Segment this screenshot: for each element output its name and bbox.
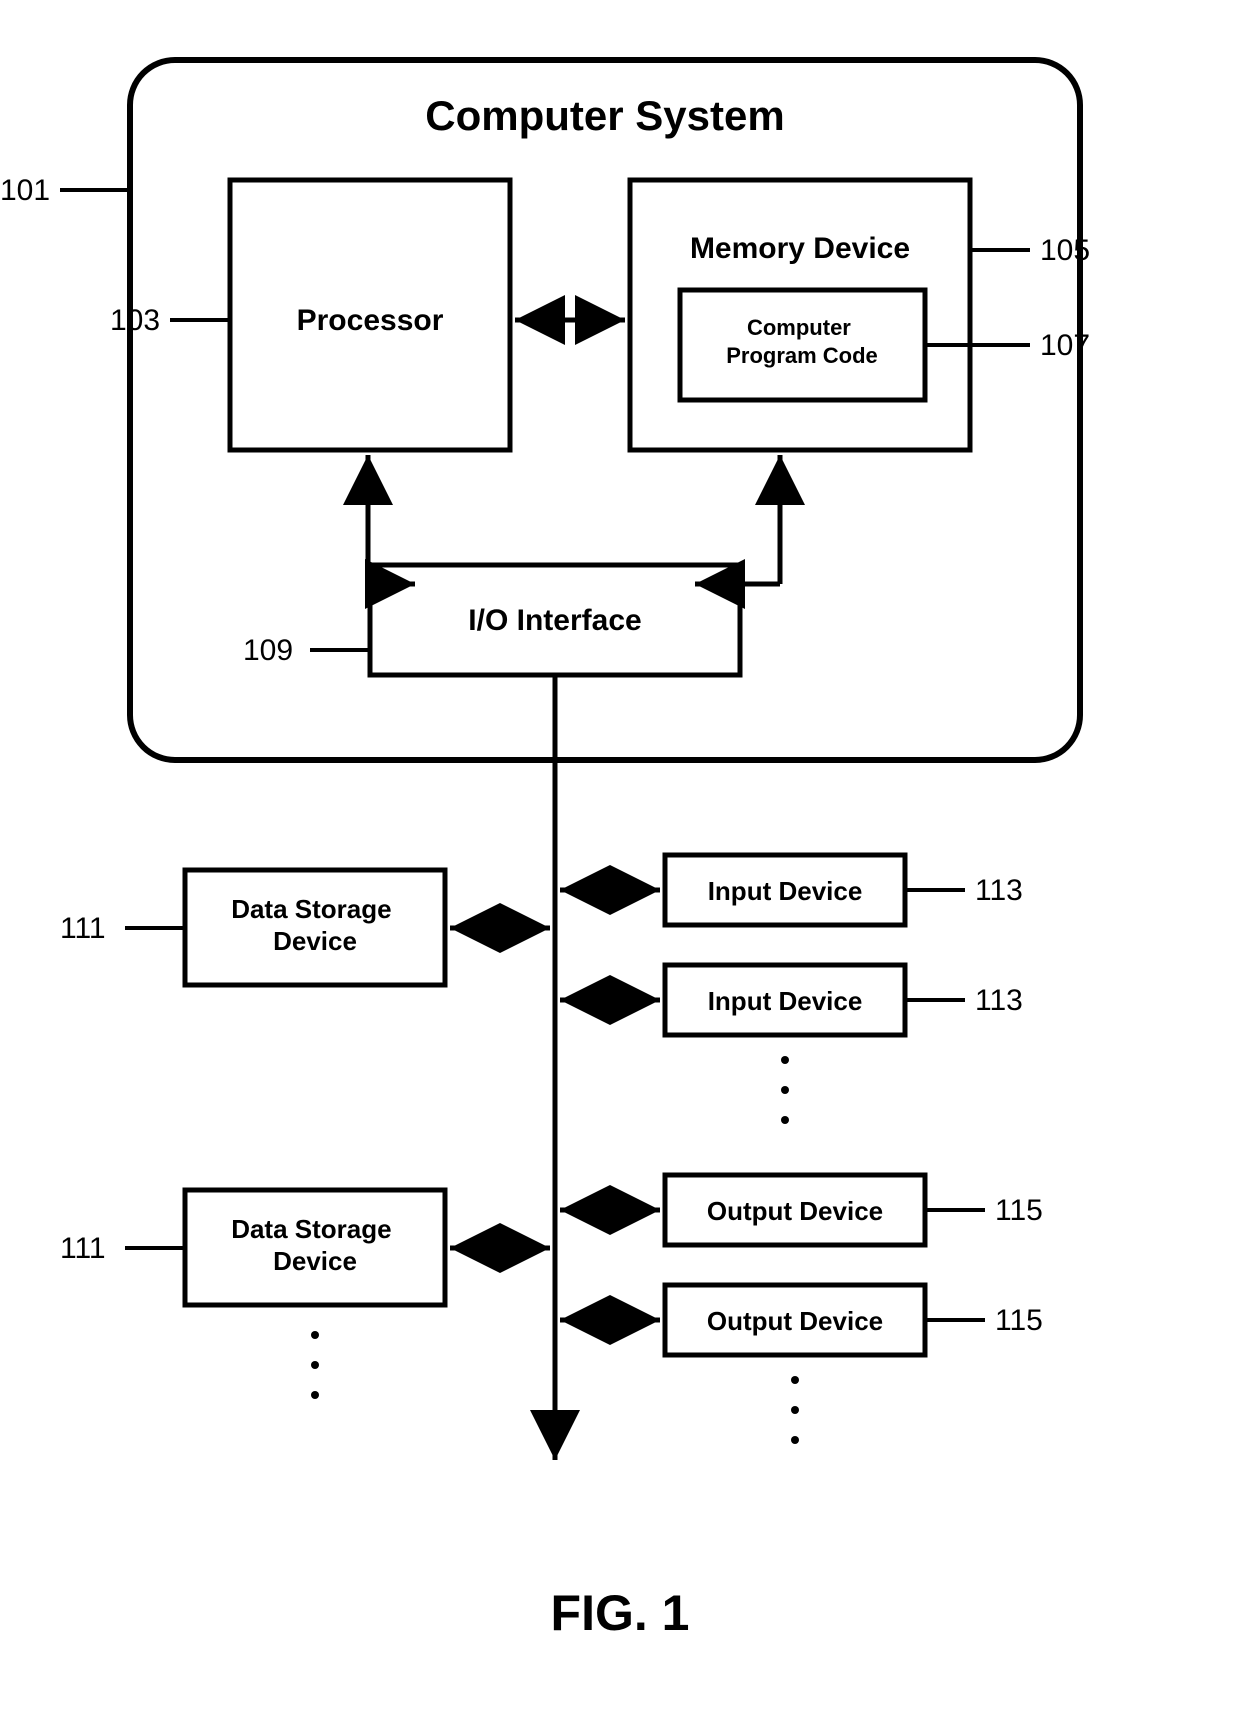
ref-115-2: 115: [995, 1304, 1043, 1337]
ref-103: 103: [110, 304, 160, 337]
storage-label-2b: Device: [273, 1246, 357, 1276]
ref-105: 105: [1040, 234, 1090, 267]
storage-label-2a: Data Storage: [231, 1214, 391, 1244]
svg-text:Data Storage Device: Data Storage Device: [231, 1214, 399, 1276]
svg-text:Computer Program Code: Computer Program Code: [726, 315, 878, 368]
processor-label: Processor: [297, 304, 444, 337]
input-label-2: Input Device: [708, 986, 863, 1016]
ref-113-1: 113: [975, 874, 1023, 907]
ellipsis-storage: [311, 1331, 319, 1399]
input-label-1: Input Device: [708, 876, 863, 906]
ref-111-2: 111: [60, 1232, 106, 1265]
storage-label-1b: Device: [273, 926, 357, 956]
figure-caption: FIG. 1: [551, 1585, 690, 1641]
ref-109: 109: [243, 634, 293, 667]
output-label-1: Output Device: [707, 1196, 883, 1226]
ref-113-2: 113: [975, 984, 1023, 1017]
ref-115-1: 115: [995, 1194, 1043, 1227]
system-diagram: Computer System 101 Processor 103 Memory…: [0, 0, 1240, 1718]
io-interface-label: I/O Interface: [468, 604, 641, 637]
output-label-2: Output Device: [707, 1306, 883, 1336]
svg-text:Data Storage Device: Data Storage Device: [231, 894, 399, 956]
memory-label: Memory Device: [690, 232, 910, 265]
ref-111-1: 111: [60, 912, 106, 945]
storage-label-1a: Data Storage: [231, 894, 391, 924]
program-code-label-1: Computer: [747, 315, 851, 340]
computer-system-title: Computer System: [425, 92, 784, 139]
ref-101: 101: [0, 174, 50, 207]
ellipsis-outputs: [791, 1376, 799, 1444]
ref-107: 107: [1040, 329, 1090, 362]
ellipsis-inputs: [781, 1056, 789, 1124]
program-code-label-2: Program Code: [726, 343, 878, 368]
